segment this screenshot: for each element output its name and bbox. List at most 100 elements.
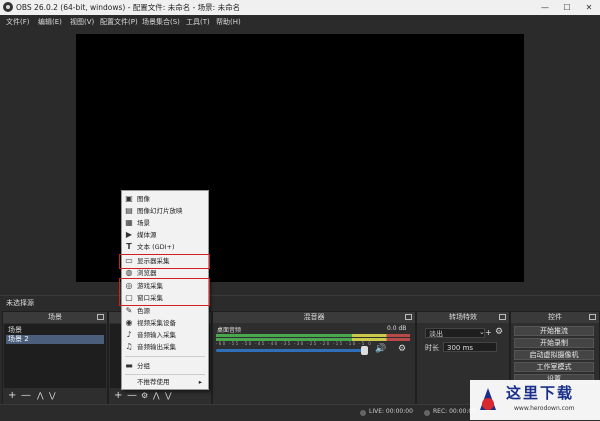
mic-icon: ♪ (126, 330, 132, 339)
menu-item-label: 图像 (137, 195, 150, 203)
slideshow-icon: ▤ (125, 206, 133, 215)
audio-meter-left (216, 334, 410, 337)
menu-item-image[interactable]: ▣ 图像 (122, 193, 208, 205)
start-recording-button[interactable]: 开始录制 (514, 338, 594, 348)
minimize-button[interactable]: — (534, 0, 556, 15)
scene-item[interactable]: 场景 (6, 326, 104, 335)
live-indicator-icon (360, 410, 366, 416)
volume-slider-handle[interactable] (361, 346, 369, 355)
gear-icon[interactable]: ⚙ (495, 327, 503, 337)
gear-icon[interactable]: ⚙ (398, 344, 406, 354)
menu-profile[interactable]: 配置文件(P) (100, 17, 138, 27)
remove-icon[interactable]: — (127, 390, 137, 401)
no-source-label: 未选择源 (6, 299, 34, 307)
menu-item-label: 文本 (GDI+) (137, 243, 175, 251)
start-streaming-button[interactable]: 开始推流 (514, 326, 594, 336)
menu-item-video-capture[interactable]: ◉ 视频采集设备 (122, 317, 208, 329)
studio-mode-button[interactable]: 工作室模式 (514, 362, 594, 372)
folder-icon: ▬ (125, 361, 133, 370)
watermark: 这里下载 www.herodown.com (470, 380, 600, 420)
menu-item-media-source[interactable]: ▶ 媒体源 (122, 229, 208, 241)
highlight-box (119, 254, 210, 269)
sources-toolbar: + — ⚙ ⋀ ⋁ (109, 389, 211, 404)
menu-view[interactable]: 视图(V) (70, 17, 94, 27)
submenu-arrow-icon: ▸ (198, 378, 202, 386)
scenes-list: 场景 场景 2 (4, 324, 106, 388)
add-icon[interactable]: + (8, 390, 16, 401)
menu-bar: 文件(F) 编辑(E) 视图(V) 配置文件(P) 场景集合(S) 工具(T) … (0, 15, 600, 30)
browser-icon: ◍ (125, 268, 133, 277)
obs-logo-icon (3, 2, 13, 12)
camera-icon: ◉ (125, 318, 133, 327)
menu-item-audio-output[interactable]: ♫ 音频输出采集 (122, 341, 208, 353)
mixer-header: 混音器 (213, 312, 415, 323)
menu-item-label: 分组 (137, 362, 150, 370)
highlight-box (119, 278, 210, 306)
text-icon: T (126, 242, 132, 251)
menu-item-audio-input[interactable]: ♪ 音频输入采集 (122, 329, 208, 341)
speaker-icon[interactable]: 🔊 (375, 344, 386, 354)
menu-item-group[interactable]: ▬ 分组 (122, 360, 208, 372)
menu-item-label: 音频输出采集 (137, 343, 176, 351)
start-virtual-camera-button[interactable]: 启动虚拟摄像机 (514, 350, 594, 360)
chevron-down-icon[interactable]: ⌄ (479, 328, 485, 336)
remove-icon[interactable]: — (21, 390, 31, 401)
window-title: OBS 26.0.2 (64-bit, windows) - 配置文件: 未命名… (16, 3, 241, 12)
watermark-text: 这里下载 (506, 384, 575, 402)
undock-icon[interactable] (499, 314, 506, 320)
duration-input[interactable]: 300 ms (443, 342, 497, 352)
live-time: LIVE: 00:00:00 (369, 408, 413, 415)
menu-item-text[interactable]: T 文本 (GDI+) (122, 241, 208, 253)
menu-item-label: 色源 (137, 307, 150, 315)
scenes-toolbar: + — ⋀ ⋁ (3, 389, 107, 404)
controls-header: 控件 (511, 312, 599, 323)
add-icon[interactable]: + (485, 328, 492, 337)
move-up-icon[interactable]: ⋀ (153, 391, 160, 400)
menu-item-slideshow[interactable]: ▤ 图像幻灯片放映 (122, 205, 208, 217)
menu-tools[interactable]: 工具(T) (186, 17, 210, 27)
scenes-header: 场景 (3, 312, 107, 323)
speaker-icon: ♫ (125, 342, 133, 351)
undock-icon[interactable] (405, 314, 412, 320)
volume-slider[interactable] (216, 349, 366, 352)
undock-icon[interactable] (589, 314, 596, 320)
menu-edit[interactable]: 编辑(E) (38, 17, 62, 27)
scene-item-selected[interactable]: 场景 2 (6, 335, 104, 344)
add-icon[interactable]: + (114, 390, 122, 401)
move-down-icon[interactable]: ⋁ (49, 391, 56, 400)
image-icon: ▣ (125, 194, 133, 203)
scene-icon: ▦ (125, 218, 133, 227)
menu-file[interactable]: 文件(F) (6, 17, 30, 27)
add-source-menu: ▣ 图像 ▤ 图像幻灯片放映 ▦ 场景 ▶ 媒体源 T 文本 (GDI+) ▭ 显示器采集 … (119, 190, 210, 390)
menu-item-scene[interactable]: ▦ 场景 (122, 217, 208, 229)
maximize-button[interactable]: ☐ (556, 0, 578, 15)
transition-select[interactable]: 淡出 (425, 328, 485, 338)
menu-help[interactable]: 帮助(H) (216, 17, 241, 27)
close-button[interactable]: ✕ (578, 0, 600, 15)
menu-item-label: 音频输入采集 (137, 331, 176, 339)
menu-separator (125, 374, 205, 375)
menu-item-color-source[interactable]: ✎ 色源 (122, 305, 208, 317)
menu-item-label: 媒体源 (137, 231, 157, 239)
move-down-icon[interactable]: ⋁ (165, 391, 172, 400)
menu-scene-collection[interactable]: 场景集合(S) (142, 17, 180, 27)
track-name: 桌面音频 (217, 327, 242, 334)
menu-item-label: 场景 (137, 219, 150, 227)
menu-item-deprecated[interactable]: 不推荐使用 ▸ (122, 376, 208, 388)
title-bar: OBS 26.0.2 (64-bit, windows) - 配置文件: 未命名… (0, 0, 600, 15)
track-level: 0.0 dB (387, 325, 407, 332)
duration-label: 时长 (425, 344, 439, 352)
move-up-icon[interactable]: ⋀ (37, 391, 44, 400)
menu-item-label: 视频采集设备 (137, 319, 176, 327)
gear-icon[interactable]: ⚙ (141, 391, 148, 400)
undock-icon[interactable] (97, 314, 104, 320)
watermark-logo-icon (480, 388, 496, 410)
mixer-dock: 混音器 桌面音频 0.0 dB -60 -55 -50 -45 -40 -35 … (212, 311, 416, 405)
color-icon: ✎ (125, 306, 133, 315)
meter-ticks: -60 -55 -50 -45 -40 -35 -30 -25 -20 -15 … (216, 341, 373, 346)
scenes-dock: 场景 场景 场景 2 + — ⋀ ⋁ (2, 311, 108, 405)
transitions-header: 转场特效 (417, 312, 509, 323)
source-status-line: 未选择源 (0, 295, 600, 310)
menu-item-label: 图像幻灯片放映 (137, 207, 183, 215)
rec-indicator-icon (424, 410, 430, 416)
